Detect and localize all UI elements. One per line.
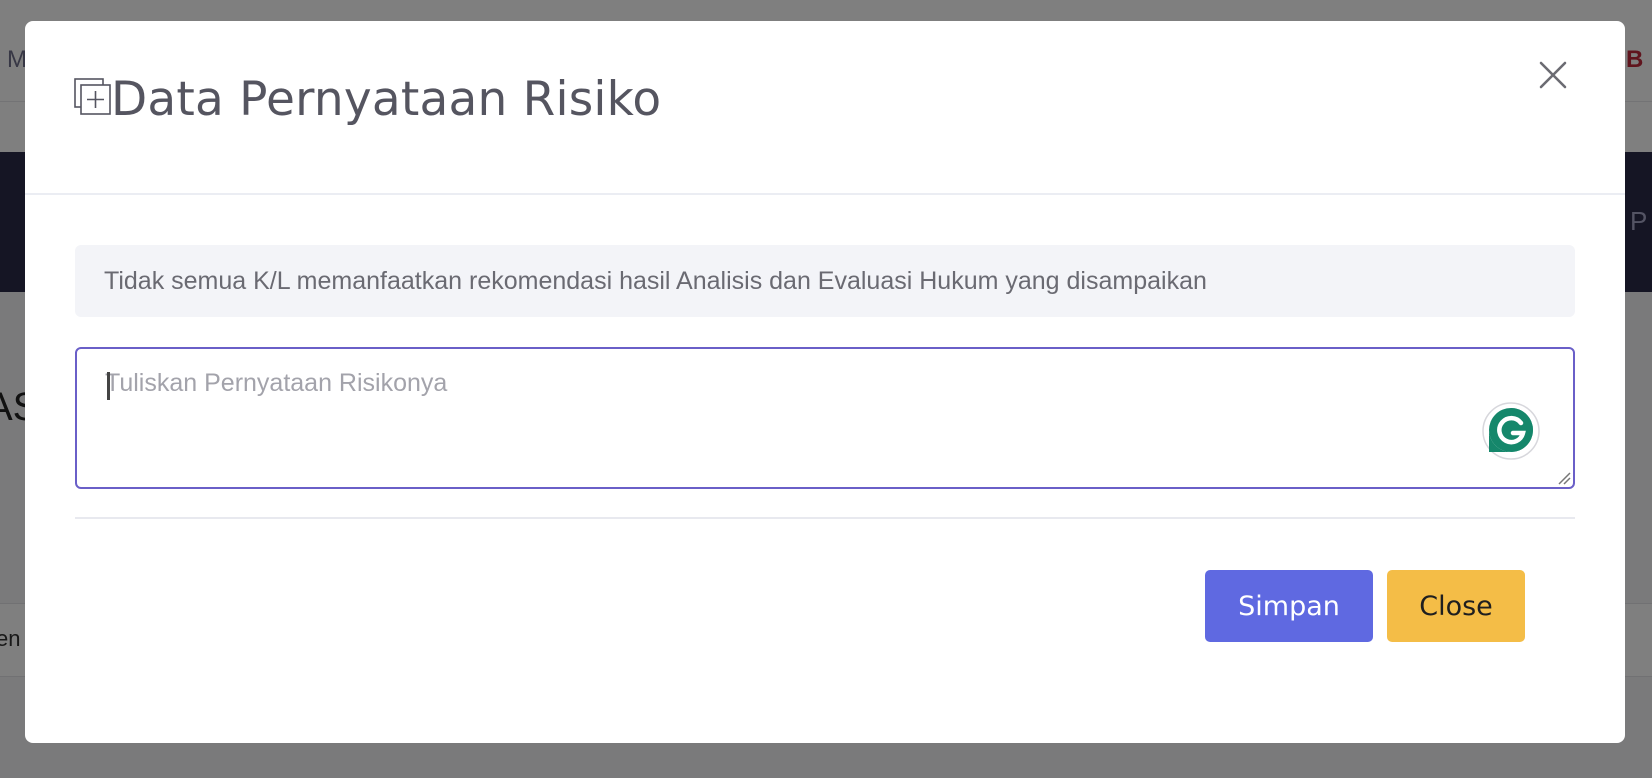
- close-icon[interactable]: [1533, 55, 1573, 95]
- modal-footer-divider: [75, 517, 1575, 519]
- risk-statement-field: [75, 347, 1575, 489]
- risk-statement-input[interactable]: [77, 349, 1573, 487]
- text-caret: [107, 372, 110, 400]
- resize-handle[interactable]: [1557, 471, 1571, 485]
- risk-statement-readonly: Tidak semua K/L memanfaatkan rekomendasi…: [75, 245, 1575, 317]
- close-button[interactable]: Close: [1387, 570, 1525, 642]
- modal-dialog: Data Pernyataan Risiko Tidak semua K/L m…: [25, 21, 1625, 743]
- add-box-icon: [74, 78, 112, 116]
- modal-body: Tidak semua K/L memanfaatkan rekomendasi…: [25, 195, 1625, 743]
- risk-statement-text: Tidak semua K/L memanfaatkan rekomendasi…: [104, 266, 1207, 295]
- modal-title: Data Pernyataan Risiko: [111, 72, 662, 127]
- grammarly-icon[interactable]: [1481, 402, 1541, 462]
- modal-header: Data Pernyataan Risiko: [25, 21, 1625, 195]
- save-button[interactable]: Simpan: [1205, 570, 1373, 642]
